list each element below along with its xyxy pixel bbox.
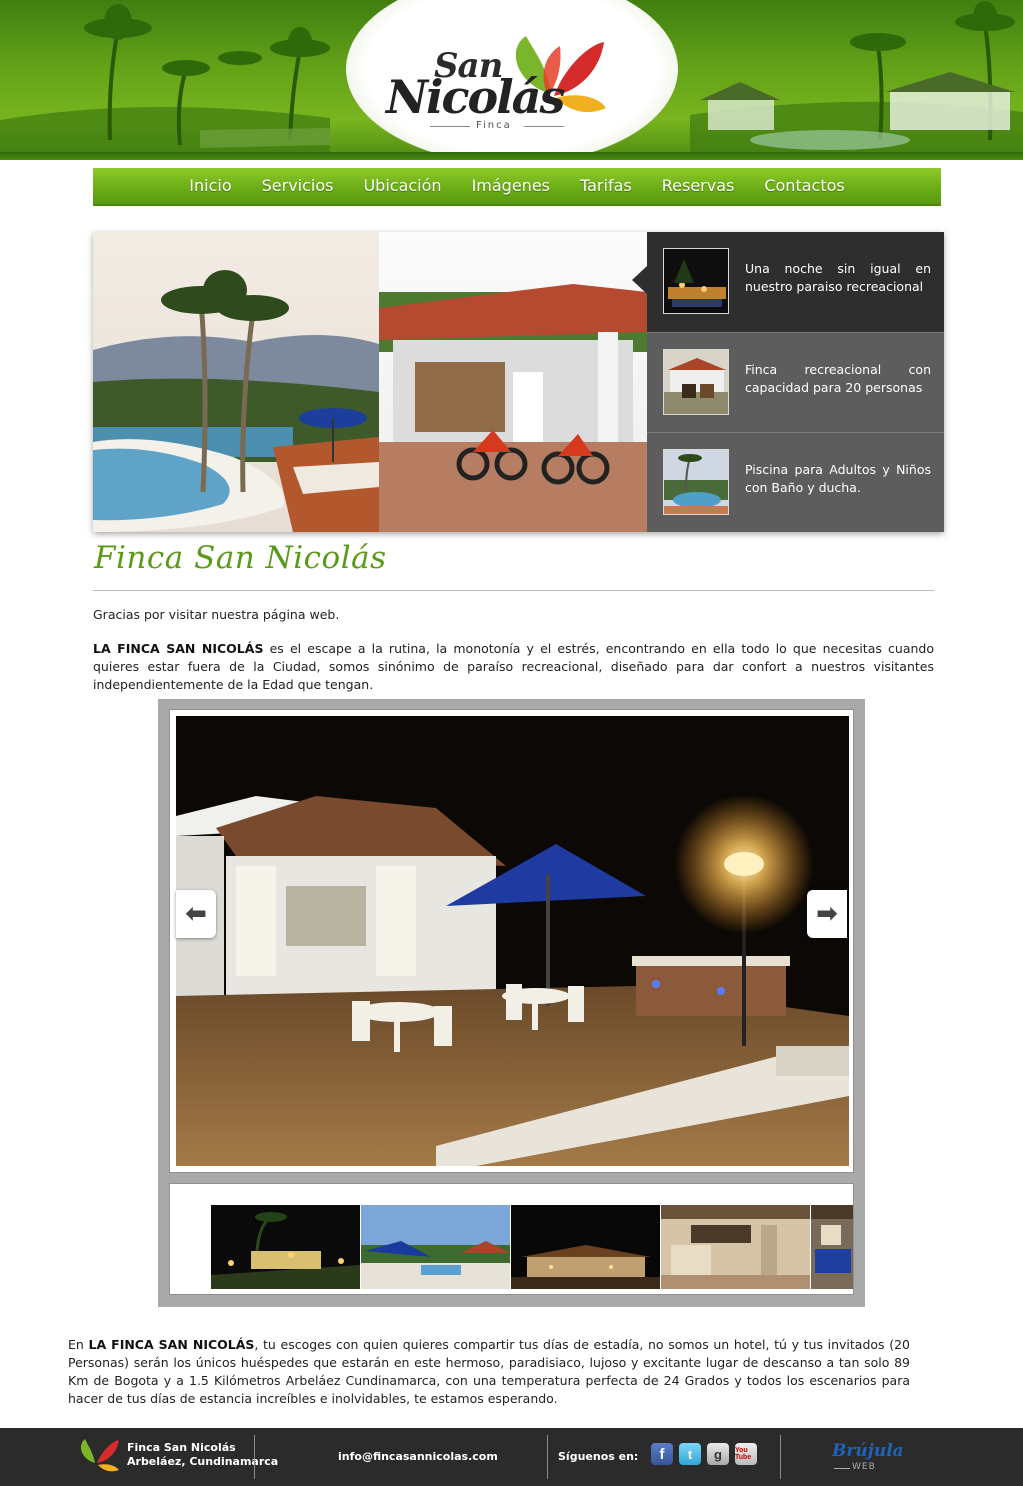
main-navigation: Inicio Servicios Ubicación Imágenes Tari…	[93, 168, 941, 206]
developer-brand-line	[834, 1468, 850, 1469]
nav-item-ubicacion[interactable]: Ubicación	[348, 167, 456, 205]
active-tab-pointer	[632, 266, 647, 294]
gallery-main-photo[interactable]	[176, 716, 849, 1166]
gallery-thumbnail-1[interactable]	[211, 1205, 360, 1289]
nav-item-servicios[interactable]: Servicios	[247, 167, 349, 205]
feature-slider: Una noche sin igual en nuestro paraiso r…	[93, 232, 944, 532]
logo-text-finca: Finca	[476, 120, 512, 131]
gallery-thumbnail-3[interactable]	[511, 1205, 660, 1289]
nav-item-reservas[interactable]: Reservas	[647, 167, 750, 205]
google-icon[interactable]: g	[707, 1443, 729, 1465]
youtube-icon[interactable]: You Tube	[735, 1443, 757, 1465]
footer-company-name: Finca San Nicolás	[127, 1441, 236, 1454]
site-logo[interactable]: San Nicolás Finca	[384, 24, 624, 134]
feature-tab-3[interactable]: Piscina para Adultos y Niños con Baño y …	[647, 432, 944, 532]
developer-brand-link[interactable]: Brújula	[832, 1441, 904, 1461]
developer-brand-sub: WEB	[852, 1462, 876, 1472]
gallery-thumbnail-strip	[169, 1183, 854, 1295]
intro-paragraph: LA FINCA SAN NICOLÁS es el escape a la r…	[93, 640, 934, 694]
footer-follow-label: Síguenos en:	[558, 1450, 639, 1463]
nav-item-tarifas[interactable]: Tarifas	[565, 167, 647, 205]
photo-gallery: ⬅ ➡	[158, 699, 865, 1307]
gallery-thumbnail-4[interactable]	[661, 1205, 810, 1289]
gallery-thumbnail-2[interactable]	[361, 1205, 510, 1289]
site-header: San Nicolás Finca	[0, 0, 1023, 160]
feature-tab-3-thumbnail	[663, 449, 729, 515]
feature-tab-1-thumbnail	[663, 248, 729, 314]
site-footer: Finca San Nicolás Arbeláez, Cundinamarca…	[0, 1428, 1023, 1486]
logo-text-nicolas: Nicolás	[386, 70, 565, 124]
nav-item-imagenes[interactable]: Imágenes	[457, 167, 565, 205]
logo-divider-right	[524, 126, 564, 127]
footer-logo-icon[interactable]	[77, 1435, 121, 1473]
feature-tab-1[interactable]: Una noche sin igual en nuestro paraiso r…	[647, 232, 944, 332]
feature-main-image[interactable]	[93, 232, 647, 532]
gallery-prev-button[interactable]: ⬅	[176, 890, 216, 938]
footer-divider-2	[547, 1435, 548, 1479]
feature-tab-2-text: Finca recreacional con capacidad para 20…	[745, 362, 931, 395]
thanks-paragraph: Gracias por visitar nuestra página web.	[93, 607, 340, 622]
header-bottom-strip	[0, 152, 1023, 160]
footer-email-link[interactable]: info@fincasannicolas.com	[338, 1450, 498, 1463]
footer-divider-1	[254, 1435, 255, 1479]
gallery-thumbnail-5[interactable]	[811, 1205, 854, 1289]
logo-divider-left	[430, 126, 470, 127]
bottom-paragraph: En LA FINCA SAN NICOLÁS, tu escoges con …	[68, 1336, 910, 1408]
footer-divider-3	[780, 1435, 781, 1479]
bottom-text-prefix: En	[68, 1337, 89, 1352]
nav-item-inicio[interactable]: Inicio	[174, 167, 246, 205]
feature-tab-2[interactable]: Finca recreacional con capacidad para 20…	[647, 332, 944, 432]
gallery-main-frame: ⬅ ➡	[169, 709, 854, 1173]
arrow-right-icon: ➡	[816, 899, 838, 929]
footer-company-location: Arbeláez, Cundinamarca	[127, 1455, 279, 1468]
intro-bold-name: LA FINCA SAN NICOLÁS	[93, 641, 264, 656]
feature-tab-3-text: Piscina para Adultos y Niños con Baño y …	[745, 462, 931, 495]
feature-tab-2-thumbnail	[663, 349, 729, 415]
title-divider	[93, 590, 934, 591]
arrow-left-icon: ⬅	[185, 899, 207, 929]
gallery-next-button[interactable]: ➡	[807, 890, 847, 938]
footer-company-info: Finca San Nicolás Arbeláez, Cundinamarca	[127, 1441, 278, 1469]
feature-tab-1-text: Una noche sin igual en nuestro paraiso r…	[745, 261, 931, 294]
feature-tab-list: Una noche sin igual en nuestro paraiso r…	[647, 232, 944, 532]
facebook-icon[interactable]: f	[651, 1443, 673, 1465]
nav-item-contactos[interactable]: Contactos	[749, 167, 859, 205]
twitter-icon[interactable]: t	[679, 1443, 701, 1465]
bottom-bold-name: LA FINCA SAN NICOLÁS	[88, 1337, 255, 1352]
page-title: Finca San Nicolás	[94, 540, 387, 576]
